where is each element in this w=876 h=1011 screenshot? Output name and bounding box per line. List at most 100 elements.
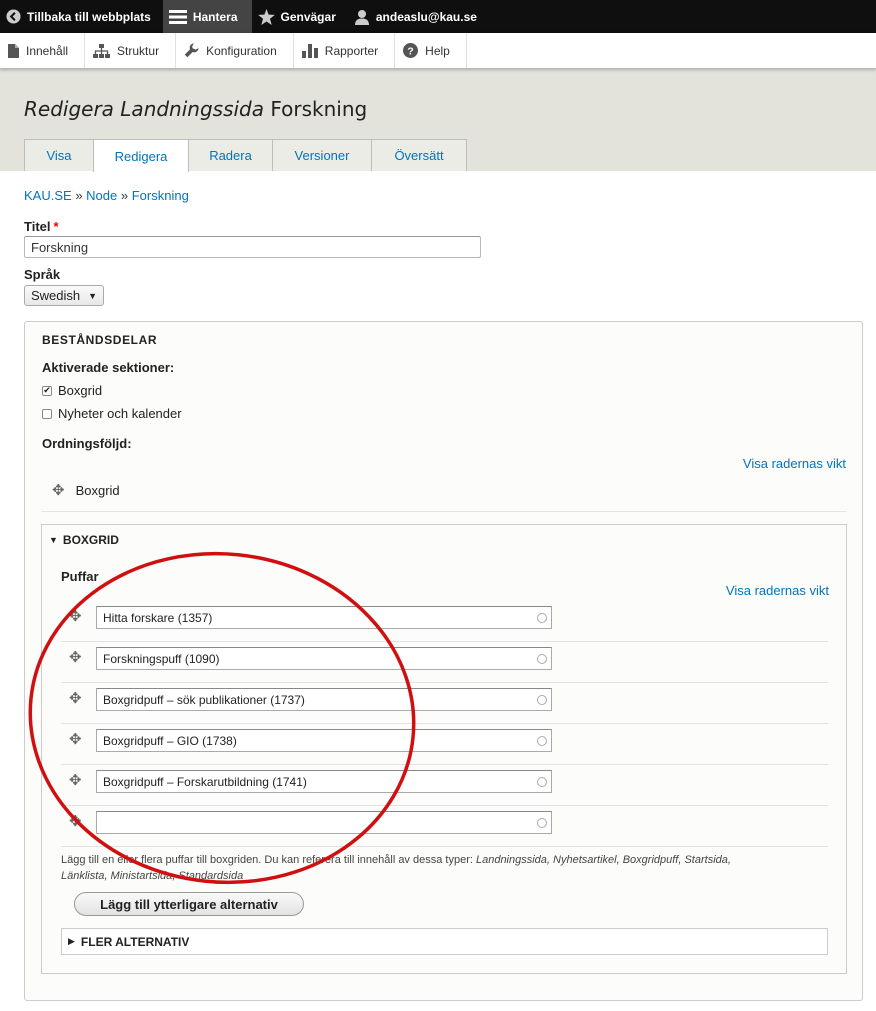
boxgrid-summary[interactable]: ▼ BOXGRID xyxy=(49,533,119,547)
primary-tabs: Visa Redigera Radera Versioner Översätt xyxy=(24,139,467,172)
breadcrumb-separator: » xyxy=(120,188,129,203)
menu-item-reports[interactable]: Rapporter xyxy=(294,33,396,68)
file-icon xyxy=(8,43,19,58)
title-input[interactable]: Forskning xyxy=(24,236,481,258)
autocomplete-throbber-icon xyxy=(537,736,547,746)
table-row: ✥ Boxgridpuff – GIO (1738) xyxy=(61,724,828,765)
drag-handle-icon[interactable]: ✥ xyxy=(69,814,82,829)
more-options-details[interactable]: ▶ FLER ALTERNATIV xyxy=(61,928,828,955)
tab-edit[interactable]: Redigera xyxy=(93,139,189,172)
autocomplete-throbber-icon xyxy=(537,818,547,828)
user-icon xyxy=(354,9,370,25)
components-legend: BESTÅNDSDELAR xyxy=(42,333,158,347)
description-text: Lägg till en eller flera puffar till box… xyxy=(61,854,476,866)
autocomplete-input[interactable]: Boxgridpuff – Forskarutbildning (1741) xyxy=(96,770,552,793)
shortcuts-label: Genvägar xyxy=(280,9,336,24)
checkbox-unchecked[interactable] xyxy=(42,408,52,419)
star-icon xyxy=(257,8,275,25)
drag-handle-icon[interactable]: ✥ xyxy=(69,609,82,624)
menu-item-help[interactable]: ? Help xyxy=(395,33,467,68)
svg-text:?: ? xyxy=(408,46,414,57)
page-header: Redigera Landningssida Forskning Visa Re… xyxy=(0,69,876,172)
required-marker: * xyxy=(53,219,59,234)
drag-handle-icon[interactable]: ✥ xyxy=(69,650,82,665)
manage-label: Hantera xyxy=(192,9,238,24)
menu-item-structure[interactable]: Struktur xyxy=(85,33,177,68)
section-checkbox-boxgrid[interactable]: ✔ Boxgrid xyxy=(42,383,102,398)
autocomplete-throbber-icon xyxy=(537,695,547,705)
components-fieldset: BESTÅNDSDELAR Aktiverade sektioner: ✔ Bo… xyxy=(24,321,863,1001)
menu-item-label: Help xyxy=(425,43,450,58)
breadcrumb-item[interactable]: Node xyxy=(86,188,117,203)
enabled-sections-label: Aktiverade sektioner: xyxy=(42,360,175,375)
puffar-table: ✥ Hitta forskare (1357) ✥ Forskningspuff… xyxy=(61,601,828,847)
admin-toolbar: Tillbaka till webbplats Hantera Genvägar… xyxy=(0,0,876,33)
menu-item-configuration[interactable]: Konfiguration xyxy=(176,33,294,68)
triangle-right-icon: ▶ xyxy=(68,936,75,946)
table-row: ✥ Boxgridpuff – sök publikationer (1737) xyxy=(61,683,828,724)
checkbox-checked[interactable]: ✔ xyxy=(42,385,52,396)
drag-handle-icon[interactable]: ✥ xyxy=(69,691,82,706)
manage-tab[interactable]: Hantera xyxy=(162,0,252,33)
drag-handle-icon[interactable]: ✥ xyxy=(69,773,82,788)
section-checkbox-news[interactable]: Nyheter och kalender xyxy=(42,406,182,421)
breadcrumb-separator: » xyxy=(75,188,83,203)
back-arrow-icon xyxy=(6,9,21,24)
description-types: Landningssida, Nyhetsartikel, Boxgridpuf… xyxy=(475,854,731,866)
add-more-button[interactable]: Lägg till ytterligare alternativ xyxy=(74,892,304,916)
order-label: Ordningsföljd: xyxy=(42,436,132,451)
main-content: KAU.SE » Node » Forskning Titel * Forskni… xyxy=(24,185,863,306)
page-title: Redigera Landningssida Forskning xyxy=(24,97,367,121)
puffar-label: Puffar xyxy=(61,569,99,584)
more-options-label: FLER ALTERNATIV xyxy=(80,934,190,949)
autocomplete-throbber-icon xyxy=(537,654,547,664)
menu-item-content[interactable]: Innehåll xyxy=(0,33,86,68)
checkbox-label: Boxgrid xyxy=(58,383,103,398)
description-types-cont: Länklista, Ministartsida, Standardsida xyxy=(61,870,244,882)
autocomplete-input[interactable]: Boxgridpuff – sök publikationer (1737) xyxy=(96,688,552,711)
help-icon: ? xyxy=(403,43,419,58)
page-title-node: Forskning xyxy=(264,97,368,121)
table-row: ✥ Hitta forskare (1357) xyxy=(61,601,828,642)
tab-revisions[interactable]: Versioner xyxy=(272,139,372,171)
shortcuts-tab[interactable]: Genvägar xyxy=(252,0,348,33)
language-select[interactable]: Swedish ▼ xyxy=(24,285,105,306)
checkbox-label: Nyheter och kalender xyxy=(58,406,182,421)
user-tab[interactable]: andeaslu@kau.se xyxy=(348,0,489,33)
dropdown-caret-icon: ▼ xyxy=(88,290,98,301)
language-field: Språk Swedish ▼ xyxy=(24,267,863,306)
language-label: Språk xyxy=(24,267,61,282)
tab-view[interactable]: Visa xyxy=(24,139,94,171)
table-row: ✥ xyxy=(61,806,828,847)
user-label: andeaslu@kau.se xyxy=(375,9,477,24)
menu-item-label: Struktur xyxy=(117,43,160,58)
divider xyxy=(61,846,828,847)
admin-menu-tray: Innehåll Struktur Konfiguration Rapporte… xyxy=(0,33,876,69)
show-row-weights-link[interactable]: Visa radernas vikt xyxy=(743,456,846,471)
tab-translate[interactable]: Översätt xyxy=(371,139,467,171)
autocomplete-input-empty[interactable] xyxy=(96,811,552,834)
autocomplete-value: Boxgridpuff – Forskarutbildning (1741) xyxy=(103,774,307,789)
breadcrumb-item[interactable]: Forskning xyxy=(132,188,189,203)
triangle-down-icon: ▼ xyxy=(49,535,58,545)
autocomplete-input[interactable]: Forskningspuff (1090) xyxy=(96,647,552,670)
autocomplete-input[interactable]: Boxgridpuff – GIO (1738) xyxy=(96,729,552,752)
breadcrumb-item[interactable]: KAU.SE xyxy=(24,188,72,203)
autocomplete-input[interactable]: Hitta forskare (1357) xyxy=(96,606,552,629)
autocomplete-value: Boxgridpuff – GIO (1738) xyxy=(103,733,237,748)
menu-item-label: Rapporter xyxy=(324,43,379,58)
divider xyxy=(42,511,846,512)
order-row-boxgrid: ✥ Boxgrid xyxy=(52,483,120,498)
back-to-site-link[interactable]: Tillbaka till webbplats xyxy=(0,0,163,33)
tab-delete[interactable]: Radera xyxy=(188,139,273,171)
bar-chart-icon xyxy=(301,43,318,58)
order-item-label: Boxgrid xyxy=(75,483,120,498)
table-row: ✥ Boxgridpuff – Forskarutbildning (1741) xyxy=(61,765,828,806)
autocomplete-value: Boxgridpuff – sök publikationer (1737) xyxy=(103,692,305,707)
autocomplete-throbber-icon xyxy=(537,777,547,787)
boxgrid-details: ▼ BOXGRID Puffar Visa radernas vikt ✥ Hi… xyxy=(41,524,847,974)
drag-handle-icon[interactable]: ✥ xyxy=(52,483,65,498)
show-row-weights-link[interactable]: Visa radernas vikt xyxy=(726,583,829,598)
drag-handle-icon[interactable]: ✥ xyxy=(69,732,82,747)
menu-icon xyxy=(168,9,187,24)
